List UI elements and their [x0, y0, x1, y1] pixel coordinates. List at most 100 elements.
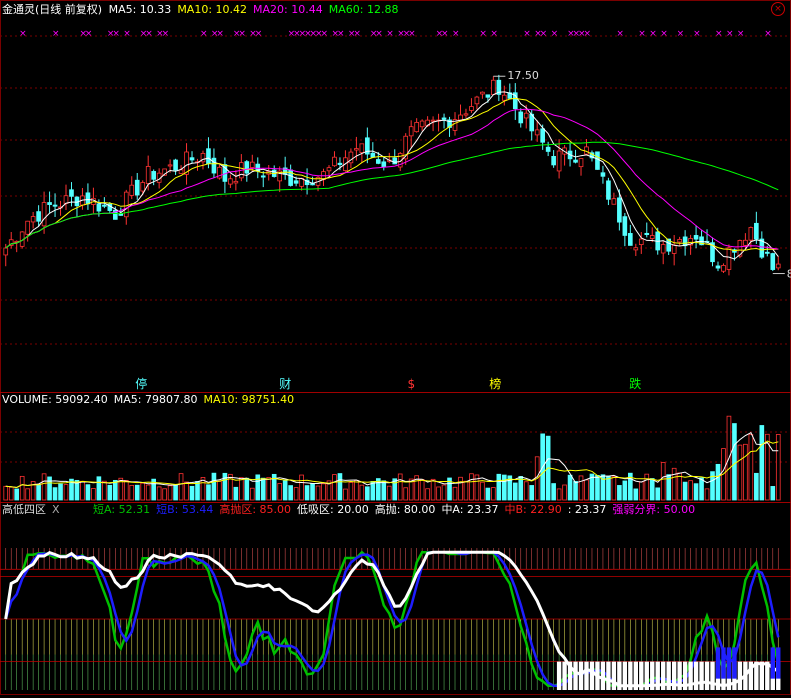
volume-bar — [52, 487, 58, 501]
volume-bar — [523, 481, 529, 501]
low-zone-block — [765, 661, 770, 690]
price-candle — [556, 150, 562, 172]
volume-bar — [85, 484, 91, 501]
close-icon[interactable]: × — [771, 2, 785, 16]
volume-bar — [228, 473, 233, 501]
price-candle — [293, 180, 299, 184]
low-zone-block — [682, 661, 688, 690]
price-candle — [458, 114, 463, 121]
volume-bar — [233, 486, 239, 501]
indicator-label: 强弱分界: 50.00 — [612, 503, 696, 516]
price-candle — [206, 148, 211, 165]
volume-bar — [606, 475, 611, 501]
volume-label: MA5: 79807.80 — [113, 393, 198, 406]
volume-bar — [112, 479, 118, 501]
volume-bar — [8, 486, 14, 501]
signal-star: × — [441, 29, 449, 39]
volume-bar — [47, 476, 52, 501]
event-tag: 停 — [135, 376, 147, 391]
price-candle — [693, 235, 699, 240]
volume-bar — [299, 474, 304, 501]
volume-bar — [737, 444, 743, 501]
signal-star: × — [85, 29, 93, 39]
low-zone-block — [584, 661, 589, 690]
signal-star: × — [321, 29, 329, 39]
price-candle — [211, 157, 217, 174]
price-candle — [30, 216, 36, 223]
volume-header: VOLUME: 59092.40 MA5: 79807.80 MA10: 98751… — [2, 393, 306, 407]
low-zone-block — [655, 661, 660, 690]
volume-bar — [255, 474, 261, 501]
signal-star: × — [200, 29, 208, 39]
volume-bar — [759, 425, 765, 501]
price-header: 金通灵(日线 前复权) MA5: 10.33 MA10: 10.42 MA20: 1… — [2, 3, 410, 17]
low-zone-block — [611, 661, 617, 690]
price-candle — [167, 164, 173, 167]
blue-signal-block — [721, 647, 726, 679]
signal-star: × — [19, 29, 27, 39]
low-zone-block — [589, 661, 595, 690]
low-zone-block — [573, 661, 578, 690]
low-zone-block — [633, 661, 639, 690]
price-candle — [622, 216, 628, 236]
volume-bar — [162, 488, 167, 501]
stock-title: 金通灵(日线 前复权) — [2, 3, 103, 16]
volume-bar — [80, 480, 85, 501]
signal-star: × — [715, 29, 723, 39]
price-candle — [140, 182, 146, 192]
price-candle — [469, 106, 474, 111]
price-candle — [518, 111, 524, 124]
low-zone-block — [688, 661, 693, 690]
signal-star: × — [677, 29, 685, 39]
indicator-mark: X — [52, 503, 60, 516]
volume-bar — [649, 478, 655, 501]
volume-bar — [562, 484, 567, 501]
volume-bar — [266, 477, 272, 501]
low-zone-block — [748, 661, 754, 690]
ma60-line — [5, 141, 779, 249]
indicator-label: 短B: 53.44 — [156, 503, 214, 516]
volume-bar — [638, 481, 644, 501]
volume-bar — [145, 484, 151, 501]
volume-bar — [386, 485, 392, 501]
blue-signal-block — [715, 647, 721, 679]
ma-label: MA60: 12.88 — [328, 3, 399, 16]
volume-bar — [491, 487, 496, 501]
price-candle — [463, 113, 469, 116]
indicator-header: 高低四区 X 短A: 52.31 短B: 53.44 高抛区: 85.00 低吸区: 2… — [2, 503, 707, 517]
price-candle — [474, 96, 480, 105]
low-zone-block — [562, 661, 567, 690]
volume-bar — [337, 473, 343, 501]
volume-bar — [512, 482, 518, 501]
signal-star: × — [737, 29, 745, 39]
price-candle — [628, 233, 633, 246]
low-zone-block — [650, 661, 655, 690]
volume-bar — [644, 473, 650, 501]
price-candle — [540, 128, 545, 143]
volume-bar — [704, 488, 710, 501]
volume-bar — [452, 486, 458, 501]
price-candle — [491, 79, 496, 95]
volume-bar — [359, 484, 365, 501]
signal-star: × — [584, 29, 592, 39]
low-zone-block — [578, 661, 584, 690]
price-candle — [595, 151, 600, 170]
volume-bar — [134, 484, 140, 501]
event-tag: 榜 — [489, 376, 501, 391]
low-zone-block — [699, 661, 704, 690]
volume-bar — [343, 488, 348, 501]
price-candle — [617, 197, 622, 223]
volume-bar — [282, 480, 288, 501]
signal-star: × — [523, 29, 531, 39]
signal-star: × — [638, 29, 646, 39]
indicator-label: 低吸区: 20.00 — [297, 503, 369, 516]
price-candle — [480, 91, 485, 95]
volume-bar — [244, 477, 250, 501]
price-candle — [775, 263, 781, 269]
blue-signal-block — [732, 647, 737, 679]
volume-bar — [304, 485, 310, 501]
volume-bar — [688, 480, 693, 501]
volume-bar — [501, 474, 507, 501]
volume-bar — [403, 487, 409, 501]
volume-bar — [469, 473, 474, 501]
